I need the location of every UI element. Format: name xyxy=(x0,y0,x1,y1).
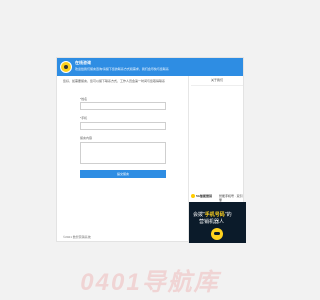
side-divider xyxy=(191,85,243,86)
message-form-panel: 您好，如需要留言，您可以留下联系方式，工作人员会第一时间与您取得联系 *姓名 *… xyxy=(57,76,187,243)
ad-header: 5G智能营销 智能手机号 · 双引擎 xyxy=(191,193,243,202)
chat-header: 在线咨询 欢迎给我们留言咨询!请留下您的联系方式和需求，我们会尽快与您联系 xyxy=(57,58,243,76)
notice-text: 您好，如需要留言，您可以留下联系方式，工作人员会第一时间与您取得联系 xyxy=(63,79,166,83)
ad-logo-icon xyxy=(191,194,195,198)
watermark: 0401导航库 xyxy=(80,269,220,296)
ad-tag: 智能手机号 · 双引擎 xyxy=(219,194,243,202)
name-label: *姓名 xyxy=(80,97,88,101)
ad-line1-suffix: 的 xyxy=(226,212,232,218)
robot-icon xyxy=(211,228,223,240)
ad-brand: 5G智能营销 xyxy=(196,194,213,198)
header-subtitle: 欢迎给我们留言咨询!请留下您的联系方式和需求，我们会尽快与您联系 xyxy=(75,67,169,71)
ad-line1: 会拨"手机号码"的 xyxy=(193,212,232,218)
name-field[interactable] xyxy=(80,102,166,110)
ad-banner[interactable]: 会拨"手机号码"的 营销机器人 xyxy=(189,202,246,243)
side-panel: 关于我们 5G智能营销 智能手机号 · 双引擎 会拨"手机号码"的 营销机器人 xyxy=(188,76,246,243)
side-title: 关于我们 xyxy=(210,78,223,82)
phone-label: *手机 xyxy=(80,116,88,120)
header-title: 在线咨询 xyxy=(75,60,91,65)
chat-window: 在线咨询 欢迎给我们留言咨询!请留下您的联系方式和需求，我们会尽快与您联系 您好… xyxy=(56,57,246,243)
phone-field[interactable] xyxy=(80,122,166,130)
content-label: 留言内容 xyxy=(80,136,93,140)
logo-icon xyxy=(60,61,72,73)
footer-text: ©2021 数智营销系统 xyxy=(63,235,91,239)
content-textarea[interactable] xyxy=(80,142,166,164)
ad-line2: 营销机器人 xyxy=(199,219,225,225)
submit-button[interactable]: 提交留言 xyxy=(80,170,166,178)
